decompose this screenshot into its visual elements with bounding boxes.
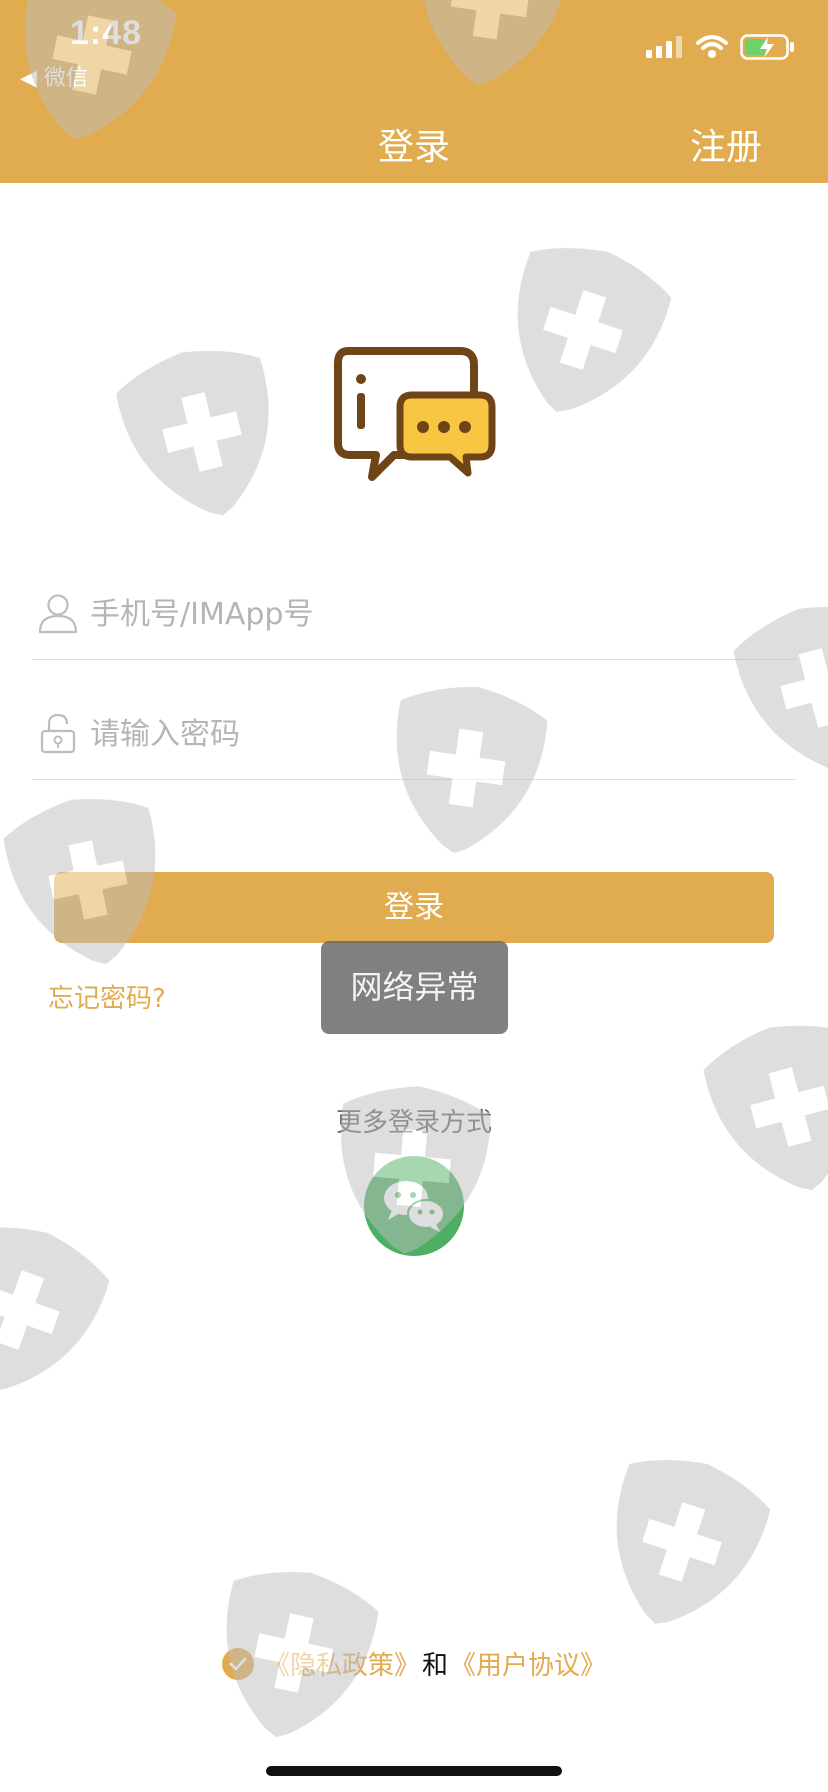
login-button[interactable]: 登录 xyxy=(54,872,774,943)
user-icon xyxy=(38,594,78,634)
phone-field[interactable] xyxy=(32,570,796,660)
wechat-icon xyxy=(384,1181,445,1232)
home-indicator[interactable] xyxy=(266,1766,562,1776)
phone-input[interactable] xyxy=(90,586,770,642)
lock-icon xyxy=(40,713,76,754)
wechat-login-button[interactable] xyxy=(364,1156,464,1256)
check-icon xyxy=(229,1657,247,1670)
back-to-app-link[interactable]: ◀ 微信 xyxy=(20,60,88,92)
app-header: 1:48 ◀ 微信 登录 注册 xyxy=(0,0,828,183)
wifi-icon xyxy=(696,35,728,58)
password-field[interactable] xyxy=(32,690,796,780)
status-icons xyxy=(646,34,796,60)
agreement-checkbox[interactable] xyxy=(221,1647,254,1680)
register-link[interactable]: 注册 xyxy=(690,118,762,170)
shield-watermark xyxy=(109,334,296,534)
agreement-and-text: 和 xyxy=(421,1651,448,1681)
more-login-methods-label: 更多登录方式 xyxy=(335,1108,492,1138)
signal-icon xyxy=(646,36,682,58)
battery-icon xyxy=(740,34,794,60)
chat-logo-icon xyxy=(334,347,496,481)
shield-watermark xyxy=(485,228,680,435)
user-agreement-link[interactable]: 《用户协议》 xyxy=(450,1645,606,1682)
shield-watermark xyxy=(584,1440,779,1647)
shield-watermark xyxy=(0,1207,119,1417)
forgot-password-link[interactable]: 忘记密码? xyxy=(48,978,166,1015)
network-error-toast: 网络异常 xyxy=(321,941,508,1034)
status-time: 1:48 xyxy=(70,14,143,52)
agreement-row: 《隐私政策》 和 《用户协议》 xyxy=(0,1645,828,1682)
password-input[interactable] xyxy=(90,706,770,762)
privacy-policy-link[interactable]: 《隐私政策》 xyxy=(264,1645,420,1682)
